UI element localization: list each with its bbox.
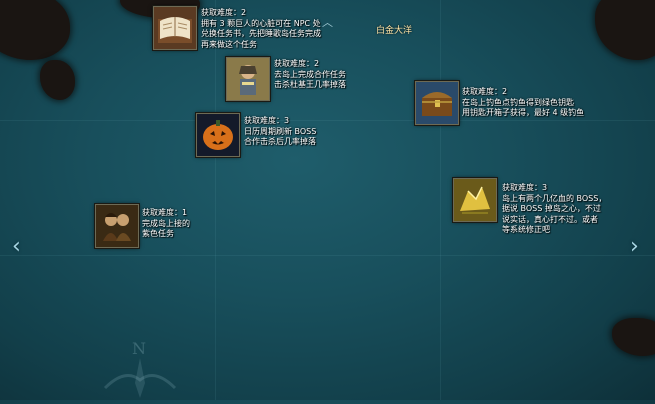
entry-line: 等系统修正吧 — [502, 225, 550, 234]
entry-line: 据说 BOSS 掉岛之心，不过 — [502, 204, 601, 213]
svg-text:N: N — [132, 339, 146, 358]
compass-rose-icon: N — [95, 338, 185, 400]
soldier-figure-icon[interactable] — [226, 57, 270, 101]
pumpkin-icon[interactable] — [196, 113, 240, 157]
entry-difficulty: 获取难度：2 — [201, 8, 247, 17]
treasure-chest-icon[interactable] — [415, 81, 459, 125]
entry-description: 获取难度：3 日历周期刷新 BOSS 合作击杀后几率掉落 — [244, 116, 316, 148]
entry-description: 获取难度：3 岛上有两个几亿血的 BOSS， 据说 BOSS 掉岛之心，不过 说… — [502, 183, 606, 236]
entry-line: 完成岛上接的 — [142, 218, 190, 228]
book-icon[interactable] — [153, 6, 197, 50]
couple-portrait-icon[interactable] — [95, 204, 139, 248]
right-arrow-button[interactable]: › — [630, 236, 639, 258]
entry-line: 说实话，真心打不过。或者 — [502, 214, 598, 224]
map-grid-line — [0, 255, 655, 256]
region-name: 白金大洋 — [376, 26, 413, 36]
entry-line: 日历周期刷新 BOSS — [244, 126, 317, 136]
up-caret-icon: ︿ — [322, 16, 333, 29]
entry-line: 紫色任务 — [142, 229, 174, 238]
entry-line: 用钥匙开箱子获得，最好 4 级钓鱼 — [462, 108, 585, 117]
entry-difficulty: 获取难度：1 — [142, 208, 188, 217]
entry-line: 岛上有两个几亿血的 BOSS， — [502, 193, 607, 203]
map-grid-line — [440, 0, 441, 400]
entry-description: 获取难度：2 去岛上完成合作任务 击杀杜基王几率掉落 — [274, 59, 346, 91]
landmass-top-left — [0, 0, 70, 60]
entry-difficulty: 获取难度：2 — [274, 59, 320, 68]
entry-difficulty: 获取难度：3 — [244, 116, 290, 125]
entry-difficulty: 获取难度：2 — [462, 87, 508, 96]
entry-description: 获取难度：2 在岛上钓鱼点钓鱼得到绿色钥匙 用钥匙开箱子获得，最好 4 级钓鱼 — [462, 87, 584, 119]
entry-line: 兑换任务书，先把睡歌岛任务完成 — [201, 29, 321, 38]
entry-line: 击杀杜基王几率掉落 — [274, 80, 346, 89]
landmass-top-right — [595, 0, 655, 60]
left-arrow-button[interactable]: ‹ — [12, 236, 21, 258]
entry-line: 再来做这个任务 — [201, 39, 257, 49]
gold-fragment-icon[interactable] — [453, 178, 497, 222]
landmass-top-left-2 — [40, 60, 75, 100]
entry-line: 在岛上钓鱼点钓鱼得到绿色钥匙 — [462, 97, 574, 107]
entry-line: 合作击杀后几率掉落 — [244, 137, 316, 146]
entry-description: 获取难度：1 完成岛上接的 紫色任务 — [142, 208, 190, 240]
map-grid-line — [215, 0, 216, 400]
entry-line: 去岛上完成合作任务 — [274, 69, 346, 79]
landmass-right-bottom — [612, 318, 655, 356]
map-grid-line — [0, 120, 655, 121]
entry-line: 拥有 3 颗巨人的心脏可在 NPC 处 — [201, 18, 321, 28]
entry-description: 获取难度：2 拥有 3 颗巨人的心脏可在 NPC 处 兑换任务书，先把睡歌岛任务… — [201, 8, 321, 50]
entry-difficulty: 获取难度：3 — [502, 183, 548, 192]
